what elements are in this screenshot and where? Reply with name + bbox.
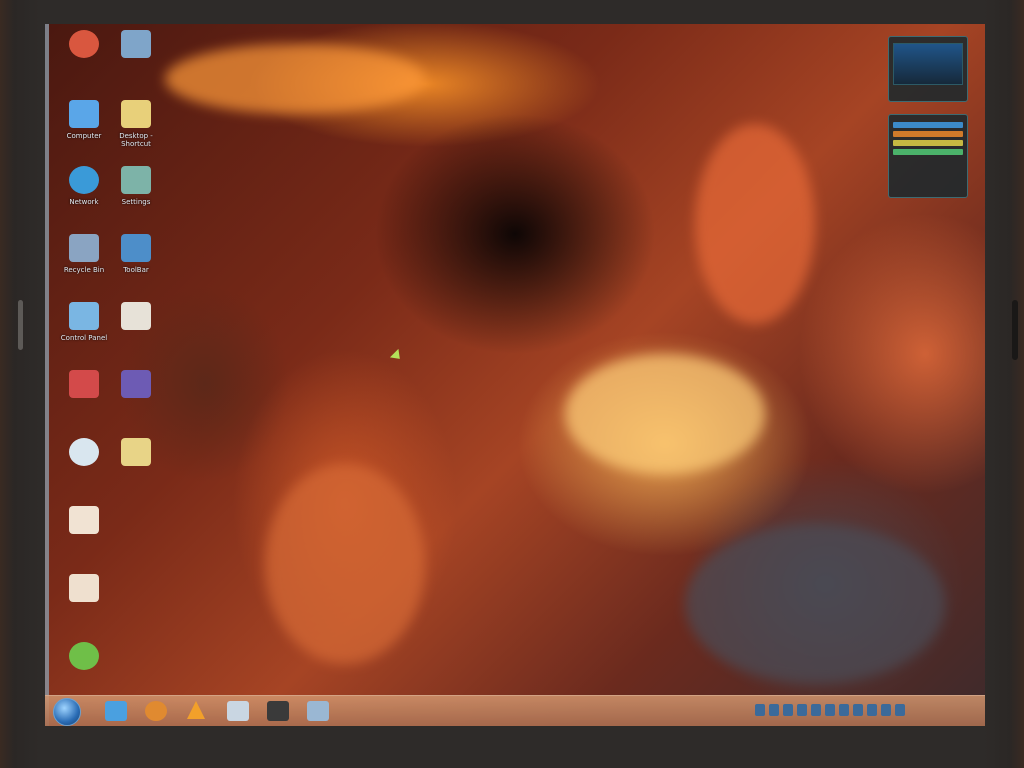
document-icon [69, 574, 99, 602]
document-icon [69, 506, 99, 534]
app-icon [69, 30, 99, 58]
app-icon [121, 30, 151, 58]
settings-icon [121, 166, 151, 194]
tray-icon[interactable] [811, 704, 821, 716]
taskbar [45, 695, 985, 726]
desktop-icon-label: Recycle Bin [63, 266, 105, 274]
recycle-bin-icon [69, 234, 99, 262]
taskbar-item-4[interactable] [227, 701, 249, 721]
desktop-icon[interactable] [55, 506, 113, 568]
desktop-icon[interactable] [107, 302, 165, 364]
desktop-icon-settings[interactable]: Settings [107, 166, 165, 228]
bezel-sensor-right [1012, 300, 1018, 360]
desktop-icon-control-panel[interactable]: Control Panel [55, 302, 113, 364]
screen-edge [45, 24, 49, 726]
tray-icon[interactable] [755, 704, 765, 716]
desktop-icon-label: Settings [121, 198, 151, 206]
tray-icon[interactable] [867, 704, 877, 716]
taskbar-item-firefox[interactable] [145, 701, 167, 721]
app-icon [69, 642, 99, 670]
desktop-icon-label: Desktop - Shortcut [119, 132, 153, 148]
tray-icon[interactable] [853, 704, 863, 716]
tray-icon[interactable] [825, 704, 835, 716]
desktop-icon[interactable] [55, 438, 113, 500]
network-row [893, 122, 963, 128]
desktop-icon-label: ToolBar [123, 266, 149, 274]
cpu-graph [893, 43, 963, 85]
tray-icon[interactable] [839, 704, 849, 716]
desktop-icon-toolbar[interactable]: ToolBar [107, 234, 165, 296]
cpu-meter-gadget[interactable] [888, 36, 968, 102]
tray-icon[interactable] [797, 704, 807, 716]
folder-icon [121, 438, 151, 466]
bezel-sensor-left [18, 300, 23, 350]
app-icon [121, 370, 151, 398]
app-icon [69, 370, 99, 398]
computer-icon [69, 100, 99, 128]
toolbar-icon [121, 234, 151, 262]
tray-icon[interactable] [895, 704, 905, 716]
mouse-cursor-icon [389, 348, 405, 364]
desktop-icon[interactable] [107, 438, 165, 500]
desktop-icon-recycle-bin[interactable]: Recycle Bin [55, 234, 113, 296]
desktop-icon-network[interactable]: Network [55, 166, 113, 228]
tray-icon[interactable] [783, 704, 793, 716]
wallpaper-flame [565, 354, 765, 474]
taskbar-item-6[interactable] [307, 701, 329, 721]
desktop-icon-shortcut[interactable]: Desktop - Shortcut [107, 100, 165, 162]
tray-icon[interactable] [769, 704, 779, 716]
network-meter-gadget[interactable] [888, 114, 968, 198]
network-row [893, 131, 963, 137]
wallpaper-shadow [685, 524, 945, 684]
desktop-icon[interactable] [55, 574, 113, 636]
system-tray [755, 704, 905, 716]
desktop-icon[interactable] [55, 370, 113, 432]
desktop-icon[interactable] [55, 30, 113, 92]
desktop-screen[interactable]: Computer Desktop - Shortcut Network Sett… [45, 24, 985, 726]
control-panel-icon [69, 302, 99, 330]
desktop-icon-computer[interactable]: Computer [55, 100, 113, 162]
desktop-icon-label: Control Panel [60, 334, 108, 342]
network-icon [69, 166, 99, 194]
desktop-icon[interactable] [107, 370, 165, 432]
wallpaper-flame [265, 464, 425, 664]
laptop-bezel: Computer Desktop - Shortcut Network Sett… [0, 0, 1024, 768]
wallpaper-flame [165, 44, 425, 114]
desktop-icon[interactable] [107, 30, 165, 92]
document-icon [121, 302, 151, 330]
gadget-title [889, 115, 967, 119]
taskbar-item-5[interactable] [267, 701, 289, 721]
gadget-title [889, 37, 967, 41]
taskbar-item-vlc[interactable] [187, 701, 205, 719]
network-row [893, 149, 963, 155]
start-button[interactable] [53, 698, 81, 726]
tray-icon[interactable] [881, 704, 891, 716]
desktop-icon-label: Network [69, 198, 99, 206]
desktop-icon-label: Computer [66, 132, 102, 140]
network-row [893, 140, 963, 146]
app-icon [69, 438, 99, 466]
folder-icon [121, 100, 151, 128]
taskbar-item-ie[interactable] [105, 701, 127, 721]
wallpaper-flame [695, 124, 815, 324]
